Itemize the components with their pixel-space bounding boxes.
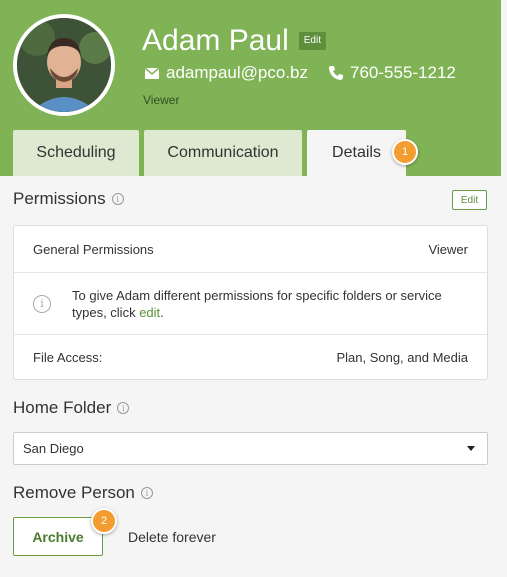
archive-button[interactable]: Archive	[13, 517, 103, 556]
permissions-heading: Permissions i	[13, 189, 124, 209]
delete-forever-link[interactable]: Delete forever	[128, 529, 216, 545]
permissions-hint: To give Adam different permissions for s…	[72, 287, 468, 321]
edit-permissions-button[interactable]: Edit	[452, 190, 487, 210]
avatar-photo	[17, 18, 111, 112]
hint-suffix: .	[160, 304, 164, 320]
email-link[interactable]: adampaul@pco.bz	[166, 63, 308, 83]
role-label: Viewer	[143, 93, 180, 107]
phone-link[interactable]: 760-555-1212	[350, 63, 456, 83]
contact-row: adampaul@pco.bz 760-555-1212	[144, 63, 456, 83]
tour-step-1-badge[interactable]: 1	[392, 139, 418, 165]
info-icon[interactable]: i	[111, 193, 124, 205]
permissions-title: Permissions	[13, 189, 106, 208]
edit-permissions-link[interactable]: edit	[139, 305, 160, 320]
permissions-hint-row: i To give Adam different permissions for…	[14, 273, 487, 335]
avatar	[13, 14, 115, 116]
home-folder-heading: Home Folder i	[13, 398, 130, 418]
file-access-row: File Access: Plan, Song, and Media	[14, 335, 487, 380]
info-icon: i	[33, 294, 51, 313]
info-icon[interactable]: i	[117, 402, 130, 414]
general-permissions-label: General Permissions	[33, 241, 154, 257]
file-access-label: File Access:	[33, 350, 103, 365]
person-name: Adam Paul	[142, 24, 289, 57]
remove-person-heading: Remove Person i	[13, 483, 153, 503]
name-row: Adam Paul Edit	[142, 24, 326, 58]
phone-icon	[328, 65, 344, 81]
general-permissions-row: General Permissions Viewer	[14, 226, 487, 273]
tab-communication[interactable]: Communication	[144, 130, 302, 176]
home-folder-title: Home Folder	[13, 398, 112, 417]
caret-down-icon	[467, 446, 475, 451]
permissions-panel: General Permissions Viewer i To give Ada…	[13, 225, 488, 380]
home-folder-value: San Diego	[23, 441, 84, 456]
edit-name-button[interactable]: Edit	[298, 32, 326, 50]
envelope-icon	[144, 65, 160, 81]
remove-person-title: Remove Person	[13, 483, 135, 502]
info-icon[interactable]: i	[140, 487, 153, 499]
tab-scheduling[interactable]: Scheduling	[13, 130, 139, 176]
file-access-value: Plan, Song, and Media	[336, 350, 468, 365]
tour-step-2-badge[interactable]: 2	[91, 508, 117, 534]
general-permissions-value: Viewer	[428, 241, 468, 257]
home-folder-select[interactable]: San Diego	[13, 432, 488, 465]
hint-text: To give Adam different permissions for s…	[72, 287, 442, 320]
